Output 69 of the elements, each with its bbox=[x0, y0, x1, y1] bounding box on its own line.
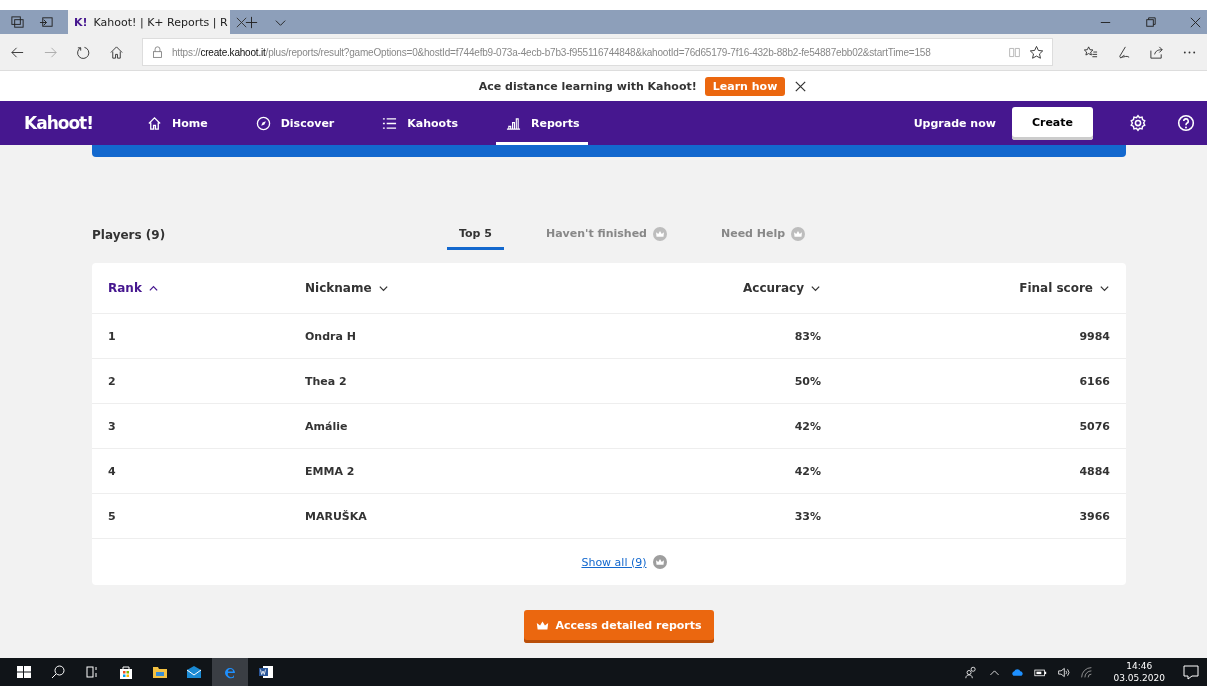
table-cell-text: 50% bbox=[793, 374, 821, 388]
column-header[interactable]: Final score bbox=[821, 281, 1110, 295]
store-bag-icon[interactable] bbox=[118, 664, 134, 680]
edge-taskbar-icon[interactable] bbox=[212, 658, 248, 686]
table-cell-text: 9984 bbox=[1078, 329, 1110, 343]
home-icon bbox=[147, 115, 162, 131]
address-field[interactable]: https://create.kahoot.it/plus/reports/result?gameOptions=0&hostId=f744efb9-073a-4ecb-b7b3-f955116744848&kahootId=76d65179-7f16-432b-88b2-fe54887ebb02&startTime=158 bbox=[142, 38, 1053, 66]
clock-date[interactable]: 03.05.2020 bbox=[1113, 672, 1165, 684]
table-cell-text: Amálie bbox=[305, 419, 349, 433]
wifi-icon[interactable] bbox=[1080, 665, 1094, 679]
speaker-icon[interactable] bbox=[1057, 665, 1071, 679]
table-cell-text: Thea 2 bbox=[305, 374, 348, 388]
table-cell-text: 42% bbox=[793, 464, 821, 478]
windows-start-icon[interactable] bbox=[16, 664, 32, 680]
help-icon[interactable] bbox=[1177, 114, 1195, 132]
search-icon[interactable] bbox=[50, 664, 66, 680]
table-cell-text: 4 bbox=[108, 464, 117, 478]
show-all-link[interactable]: Show all (9) bbox=[581, 555, 647, 569]
home-icon[interactable] bbox=[109, 44, 124, 60]
table-cell-text: 4884 bbox=[1078, 464, 1110, 478]
table-cell-text: EMMA 2 bbox=[305, 464, 356, 478]
table-cell-text: MARUŠKA bbox=[305, 509, 368, 523]
table-cell-text: 1 bbox=[108, 329, 117, 343]
filter-tab[interactable]: Top 5 bbox=[447, 220, 504, 250]
table-cell-text: 83% bbox=[793, 329, 821, 343]
column-header[interactable]: Accuracy bbox=[681, 281, 821, 295]
settings-icon[interactable] bbox=[1129, 114, 1147, 132]
share-icon[interactable] bbox=[1149, 44, 1164, 60]
lock-icon bbox=[151, 45, 164, 59]
table-cell-text: 5 bbox=[108, 509, 117, 523]
nav-link[interactable]: Discover bbox=[245, 101, 343, 145]
column-header[interactable]: Rank bbox=[108, 281, 305, 295]
table-cell-text: 3966 bbox=[1078, 509, 1110, 523]
pen-icon[interactable] bbox=[1116, 44, 1131, 60]
mail-icon[interactable] bbox=[186, 664, 202, 680]
crown-icon bbox=[652, 555, 667, 569]
people-icon[interactable] bbox=[965, 665, 979, 679]
table-cell-text: 6166 bbox=[1078, 374, 1110, 388]
bar-chart-icon bbox=[506, 115, 521, 131]
refresh-icon[interactable] bbox=[76, 44, 91, 60]
table-cell-text: 5076 bbox=[1078, 419, 1110, 433]
list-icon bbox=[382, 115, 398, 131]
players-title: Players (9) bbox=[92, 228, 167, 242]
table-cell-text: 42% bbox=[793, 419, 821, 433]
favorites-icon[interactable] bbox=[1083, 44, 1098, 60]
new-tab-icon[interactable] bbox=[244, 14, 259, 30]
table-cell-text: 2 bbox=[108, 374, 117, 388]
banner-text: Ace distance learning with Kahoot! bbox=[478, 79, 697, 93]
create-button[interactable]: Create bbox=[1011, 106, 1093, 140]
upgrade-link[interactable]: Upgrade now bbox=[913, 116, 996, 130]
nav-link[interactable]: Home bbox=[137, 101, 216, 145]
restore-icon[interactable] bbox=[1143, 14, 1158, 30]
column-header[interactable]: Nickname bbox=[305, 281, 681, 295]
task-view-icon[interactable] bbox=[84, 664, 100, 680]
tab-back-icon[interactable] bbox=[39, 14, 54, 30]
table-cell-text: 3 bbox=[108, 419, 117, 433]
clock-time[interactable]: 14:46 bbox=[1126, 660, 1153, 672]
compass-icon bbox=[255, 115, 271, 131]
notifications-icon[interactable] bbox=[1183, 664, 1199, 680]
table-cell-text: Ondra H bbox=[305, 329, 357, 343]
folder-icon[interactable] bbox=[152, 664, 168, 680]
word-icon[interactable] bbox=[258, 664, 274, 680]
tabs-aside-icon[interactable] bbox=[10, 14, 25, 30]
site-logo-icon: K! bbox=[74, 15, 88, 29]
star-icon[interactable] bbox=[1029, 44, 1044, 60]
nav-link[interactable]: Kahoots bbox=[372, 101, 466, 145]
crown-icon bbox=[536, 619, 550, 632]
table-cell-text: 33% bbox=[793, 509, 821, 523]
logo[interactable]: Kahoot! bbox=[24, 113, 93, 133]
